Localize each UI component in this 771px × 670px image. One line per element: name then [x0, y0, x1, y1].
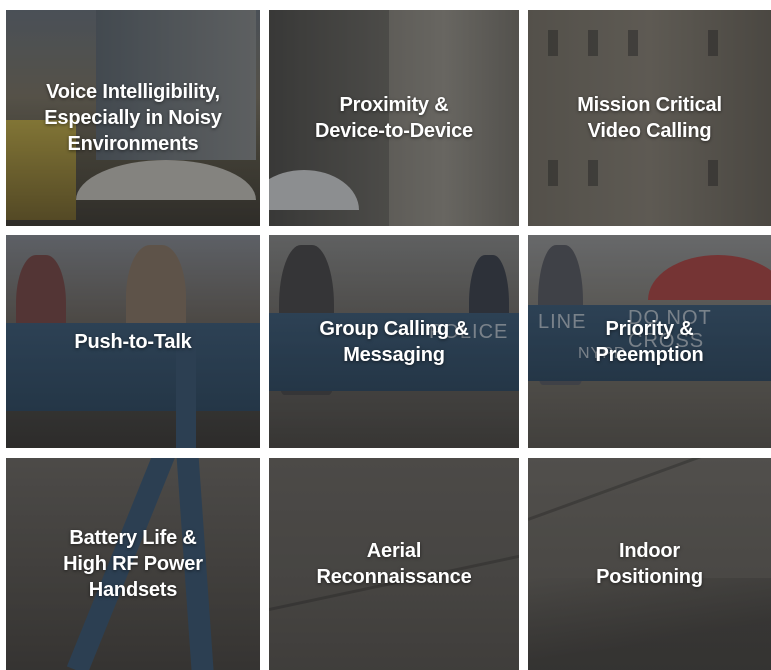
tile-battery-life[interactable]: Battery Life & High RF Power Handsets — [6, 458, 260, 670]
tile-label: Mission Critical Video Calling — [577, 94, 722, 142]
tile-label: Priority & Preemption — [595, 317, 704, 366]
tile-label: Group Calling & Messaging — [319, 317, 469, 366]
tile-label: Battery Life & High RF Power Handsets — [63, 527, 203, 601]
tile-label: Voice Intelligibility, Especially in Noi… — [44, 81, 222, 155]
tile-voice-intelligibility[interactable]: Voice Intelligibility, Especially in Noi… — [6, 10, 260, 226]
tile-aerial-reconnaissance[interactable]: Aerial Reconnaissance — [269, 458, 519, 670]
tile-priority-preemption[interactable]: LINE DO NOT CROSS NYPD Priority & Preemp… — [528, 235, 771, 448]
tile-label: Indoor Positioning — [596, 540, 703, 588]
tile-indoor-positioning[interactable]: Indoor Positioning — [528, 458, 771, 670]
tile-group-calling[interactable]: POLICE Group Calling & Messaging — [269, 235, 519, 448]
tile-video-calling[interactable]: Mission Critical Video Calling — [528, 10, 771, 226]
tile-proximity-d2d[interactable]: Proximity & Device-to-Device — [269, 10, 519, 226]
feature-tile-grid: Voice Intelligibility, Especially in Noi… — [0, 0, 771, 670]
tile-push-to-talk[interactable]: Push-to-Talk — [6, 235, 260, 448]
tile-label: Aerial Reconnaissance — [316, 540, 472, 588]
tile-label: Proximity & Device-to-Device — [315, 94, 473, 142]
tile-label: Push-to-Talk — [74, 330, 192, 353]
